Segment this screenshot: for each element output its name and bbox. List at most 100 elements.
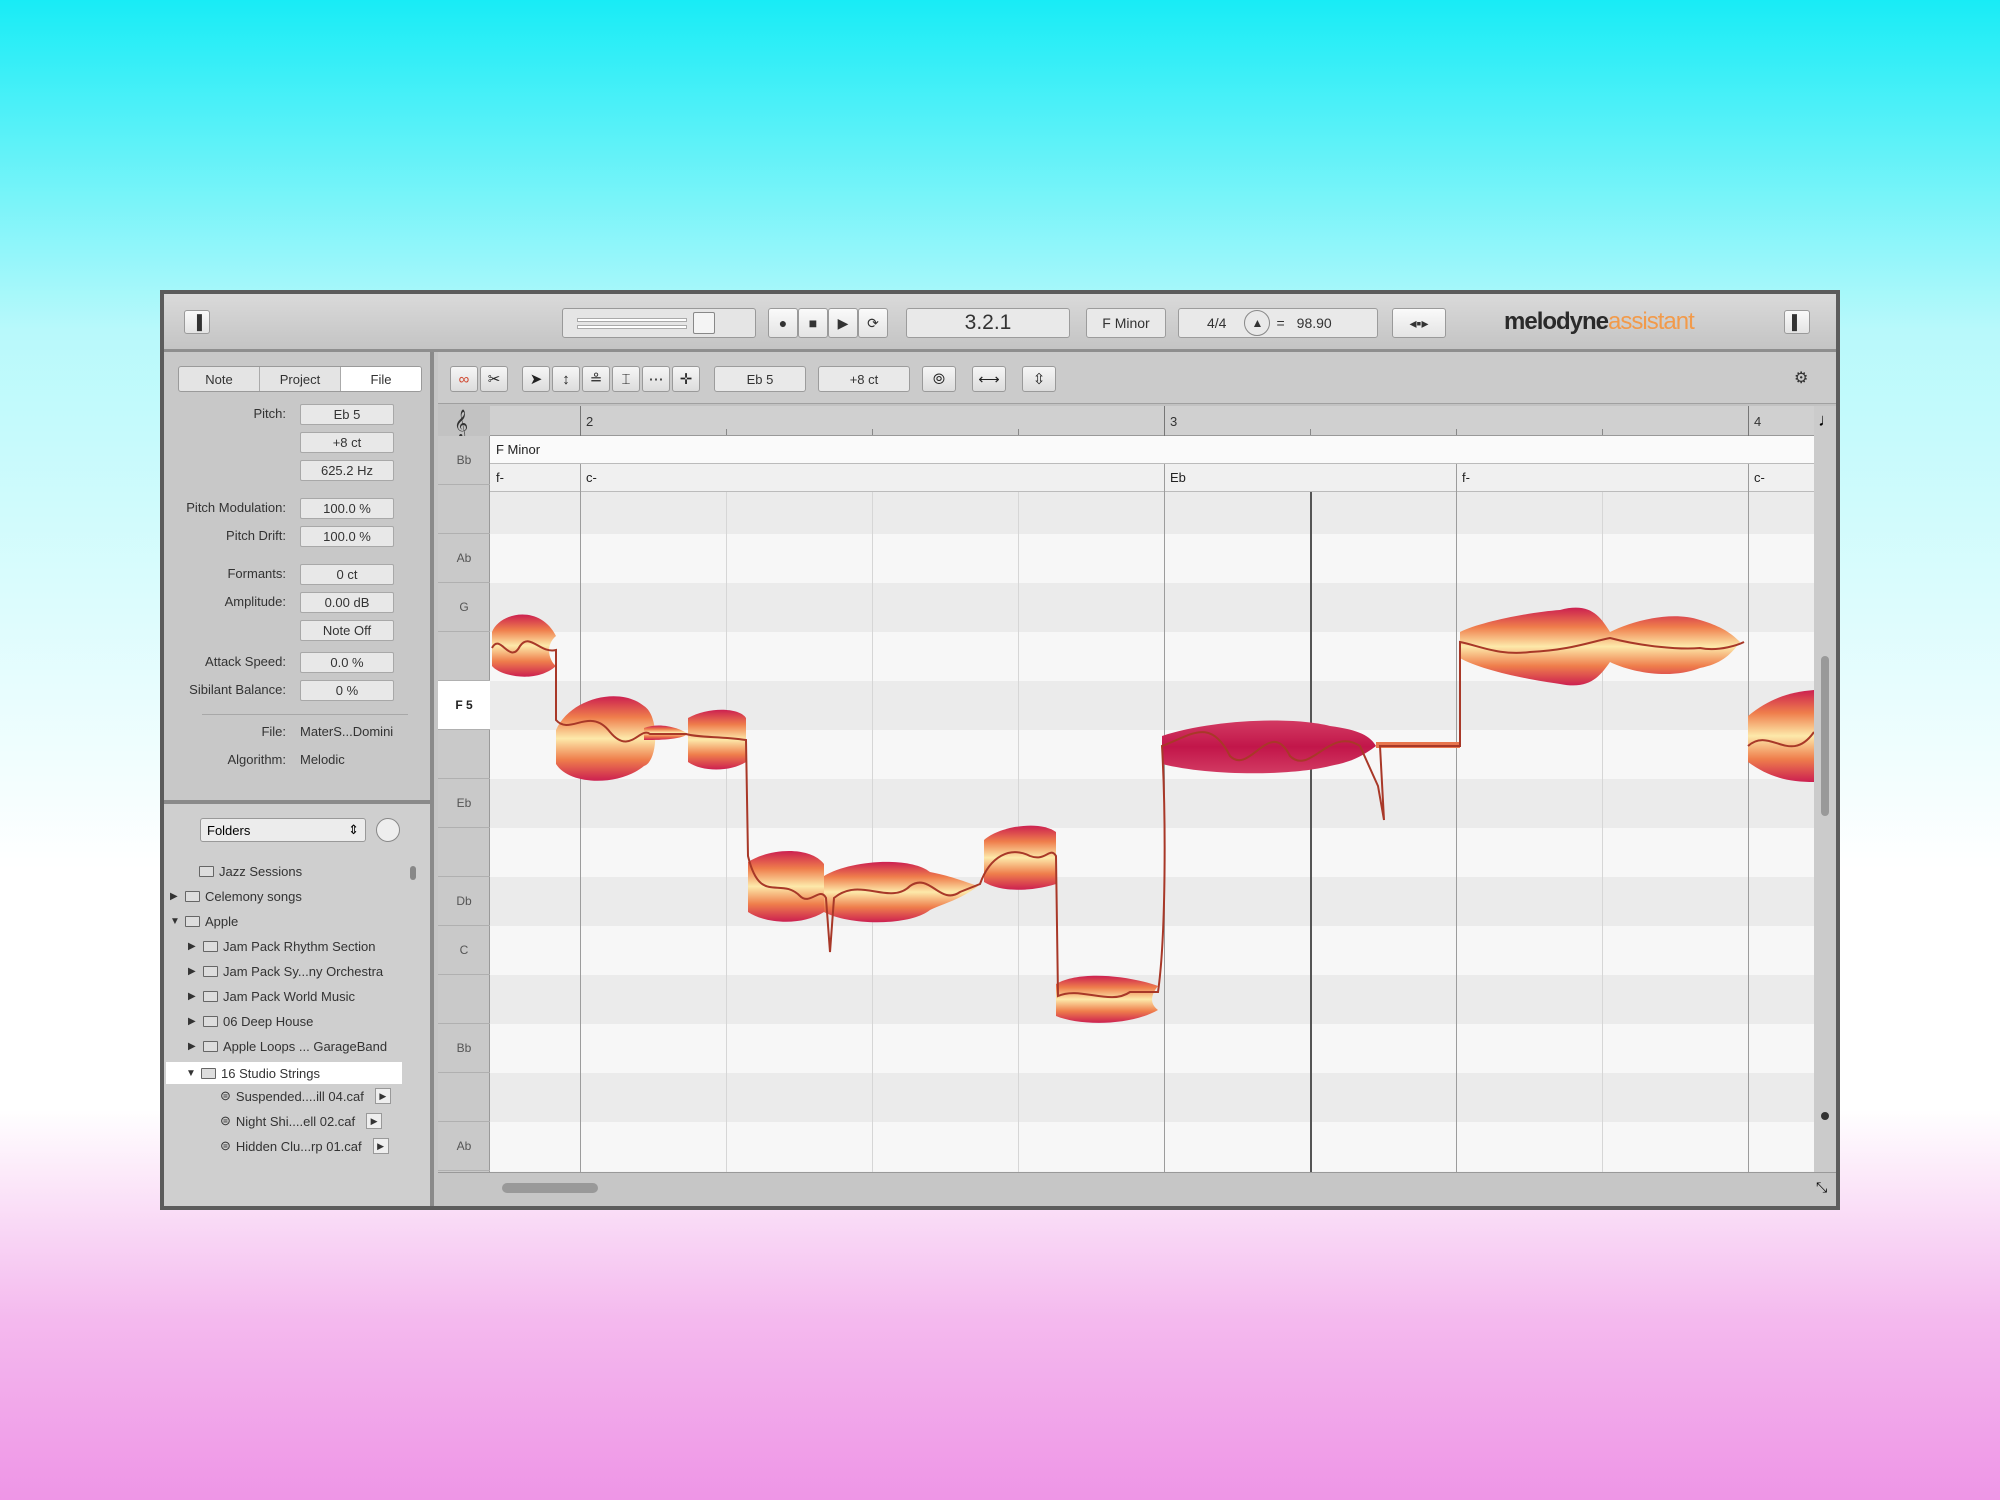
tree-item-audio-file[interactable]: ⊜ Hidden Clu...rp 01.caf ▶ [220,1138,389,1154]
settings-gear-icon[interactable]: ⚙ [1794,368,1808,388]
tab-note[interactable]: Note [179,367,260,391]
play-file-icon[interactable]: ▶ [374,1088,391,1104]
expand-arrow-icon[interactable]: ▶ [188,1016,198,1027]
tree-item-apple[interactable]: ▼ Apple [170,914,238,929]
tree-item-jazz-sessions[interactable]: Jazz Sessions [184,864,302,879]
play-file-icon[interactable]: ▶ [366,1113,383,1129]
toggle-right-panel-button[interactable]: ▌ [1784,310,1810,334]
pitch-key[interactable]: Ab [438,1122,490,1171]
clef-icon[interactable]: 𝄞 [454,410,468,438]
zoom-handle[interactable] [1821,1112,1829,1120]
vertical-scrollbar[interactable] [1821,656,1829,816]
pitch-key[interactable] [438,485,490,534]
sibilant-balance-field[interactable]: 0 % [300,680,394,701]
expand-arrow-icon[interactable]: ▶ [188,1041,198,1052]
horizontal-scrollbar[interactable] [502,1183,598,1193]
amplitude-label: Amplitude: [224,594,286,609]
tree-item-celemony-songs[interactable]: ▶ Celemony songs [170,889,302,904]
toolbar-pitch-field[interactable]: Eb 5 [714,366,806,392]
tree-item-jam-pack-rhythm[interactable]: ▶ Jam Pack Rhythm Section [188,939,375,954]
note-blob[interactable] [1748,690,1814,782]
tempo-display[interactable]: 4/4 ▲ = 98.90 [1178,308,1378,338]
pitch-tool-icon[interactable]: ↕ [552,366,580,392]
metronome-icon[interactable]: ▲ [1244,310,1271,336]
pitch-field[interactable]: Eb 5 [300,404,394,425]
tempo-detect-button[interactable]: ◂▪▸ [1392,308,1446,338]
browser-options-icon[interactable] [376,818,400,842]
link-tool-icon[interactable]: ∞ [450,366,478,392]
pointer-tool-icon[interactable]: ➤ [522,366,550,392]
quantize-time-icon[interactable]: ⟷ [972,366,1006,392]
pitch-key[interactable]: Bb [438,1024,490,1073]
tab-project[interactable]: Project [260,367,341,391]
pitch-key[interactable] [438,632,490,681]
algorithm-value: Melodic [300,752,345,767]
browser-scrollbar[interactable] [410,866,416,880]
note-blob[interactable] [1162,720,1376,774]
play-file-icon[interactable]: ▶ [372,1138,389,1154]
amplitude-tool-icon[interactable]: ≗ [582,366,610,392]
volume-slider[interactable] [562,308,756,338]
position-display[interactable]: 3.2.1 [906,308,1070,338]
pitch-drift-field[interactable]: 100.0 % [300,526,394,547]
timeline-ruler[interactable]: 2 3 4 [490,406,1814,436]
record-button[interactable]: ● [768,308,798,338]
note-blob[interactable] [748,851,824,922]
tree-item-jam-pack-orchestra[interactable]: ▶ Jam Pack Sy...ny Orchestra [188,964,383,979]
timing-tool-icon[interactable]: ⌶ [612,366,640,392]
pitch-key[interactable]: G [438,583,490,632]
toolbar-cents-field[interactable]: +8 ct [818,366,910,392]
pitch-key[interactable]: C [438,926,490,975]
pitch-hz-field[interactable]: 625.2 Hz [300,460,394,481]
tree-item-apple-loops[interactable]: ▶ Apple Loops ... GarageBand [188,1039,387,1054]
scale-snap-icon[interactable]: ⇳ [1022,366,1056,392]
pitch-modulation-field[interactable]: 100.0 % [300,498,394,519]
key-display[interactable]: F Minor [1086,308,1166,338]
note-icon[interactable]: ♩ [1818,410,1836,431]
formants-field[interactable]: 0 ct [300,564,394,585]
note-blob[interactable] [644,725,688,740]
tree-item-studio-strings[interactable]: ▼ 16 Studio Strings [166,1062,402,1084]
attack-speed-field[interactable]: 0.0 % [300,652,394,673]
toggle-left-panel-button[interactable]: ▐ [184,310,210,334]
pitch-cents-field[interactable]: +8 ct [300,432,394,453]
collapse-arrow-icon[interactable]: ▼ [170,916,180,927]
amplitude-field[interactable]: 0.00 dB [300,592,394,613]
note-off-button[interactable]: Note Off [300,620,394,641]
pitch-key[interactable] [438,975,490,1024]
scissors-tool-icon[interactable]: ✂ [480,366,508,392]
note-blob[interactable] [1056,975,1158,1023]
pitch-key[interactable]: Ab [438,534,490,583]
loop-button[interactable]: ⟳ [858,308,888,338]
pitch-key[interactable]: Eb [438,779,490,828]
expand-arrow-icon[interactable]: ▶ [188,941,198,952]
pitch-key[interactable]: F 5 [438,681,490,730]
pitch-key[interactable] [438,730,490,779]
pitch-key[interactable]: Db [438,877,490,926]
note-blob[interactable] [556,696,656,781]
resize-corner-icon[interactable]: ⤡ [1816,1179,1827,1196]
stop-button[interactable]: ■ [798,308,828,338]
tree-item-deep-house[interactable]: ▶ 06 Deep House [188,1014,313,1029]
note-grid[interactable]: F Minor f- c- Eb f- c- [490,436,1814,1172]
collapse-arrow-icon[interactable]: ▼ [186,1068,196,1079]
note-blob[interactable] [984,825,1056,890]
pitch-key[interactable] [438,828,490,877]
expand-arrow-icon[interactable]: ▶ [188,991,198,1002]
separation-tool-icon[interactable]: ⋯ [642,366,670,392]
correct-pitch-icon[interactable]: ⦾ [922,366,956,392]
file-browser: Folders ⇕ Jazz Sessions ▶ Celemony songs ▼… [164,800,430,1206]
pitch-key[interactable]: Bb [438,436,490,485]
expand-arrow-icon[interactable]: ▶ [188,966,198,977]
folders-select[interactable]: Folders ⇕ [200,818,366,842]
tree-item-jam-pack-world[interactable]: ▶ Jam Pack World Music [188,989,355,1004]
tab-file[interactable]: File [341,367,421,391]
play-button[interactable]: ▶ [828,308,858,338]
move-tool-icon[interactable]: ✛ [672,366,700,392]
tree-item-audio-file[interactable]: ⊜ Night Shi....ell 02.caf ▶ [220,1113,383,1129]
note-blob[interactable] [1460,607,1740,686]
tree-item-audio-file[interactable]: ⊜ Suspended....ill 04.caf ▶ [220,1088,391,1104]
pitch-key[interactable] [438,1073,490,1122]
pitch-ruler[interactable]: Bb Ab G F 5 Eb Db C Bb Ab [438,436,490,1172]
expand-arrow-icon[interactable]: ▶ [170,891,180,902]
